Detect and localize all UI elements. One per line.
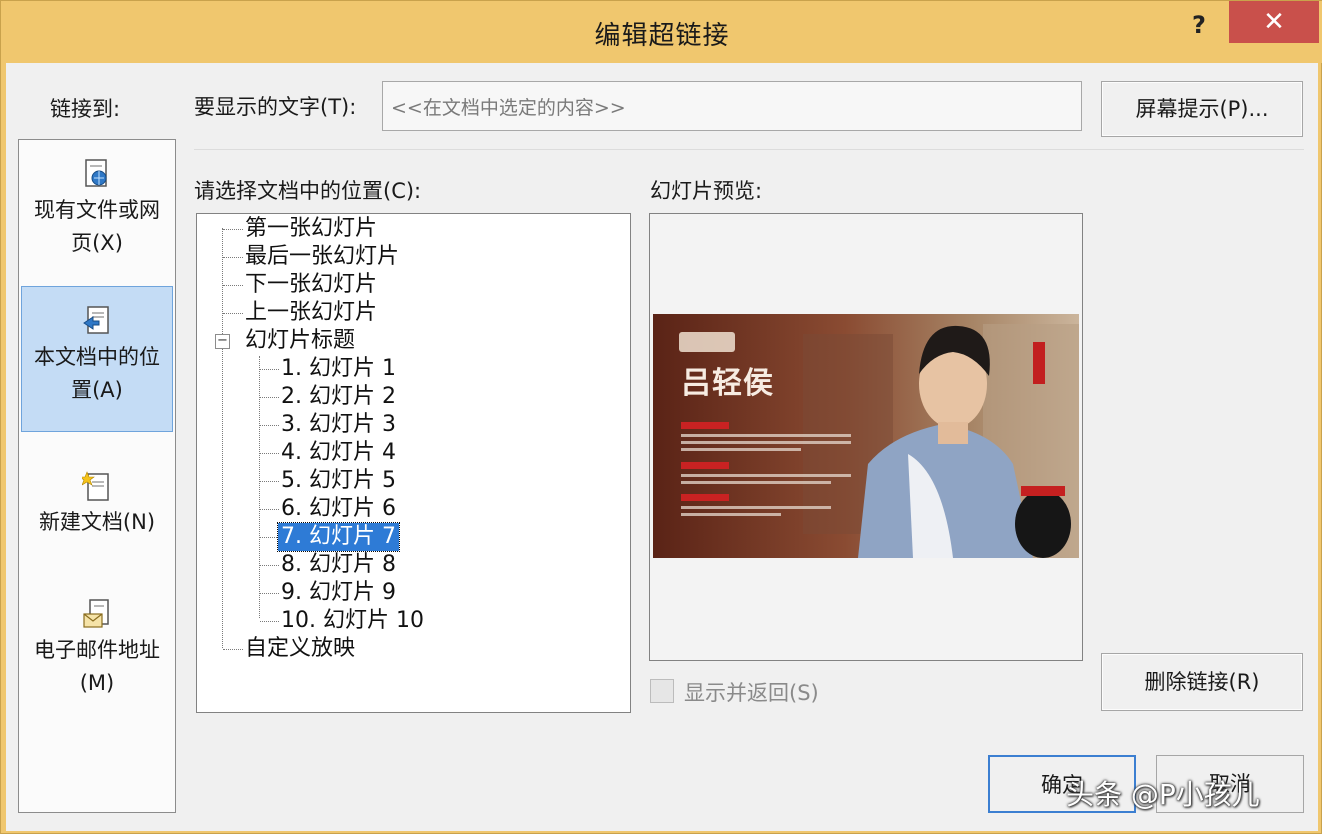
tree-node-slide-10[interactable]: 10. 幻灯片 10: [281, 607, 424, 635]
link-to-existing-file-or-webpage[interactable]: 现有文件或网 页(X): [21, 158, 173, 278]
screentip-button[interactable]: 屏幕提示(P)...: [1101, 81, 1303, 137]
watermark-text: 头条 @P小孩儿: [1066, 778, 1260, 811]
slide-thumbnail-image: [653, 314, 1079, 558]
tree-node-slide-5[interactable]: 5. 幻灯片 5: [281, 467, 396, 495]
tree-connector: [260, 565, 279, 566]
tree-connector: [260, 453, 279, 454]
tree-node-slide-2[interactable]: 2. 幻灯片 2: [281, 383, 396, 411]
tree-node-next-slide[interactable]: 下一张幻灯片: [245, 271, 377, 299]
slide-thumbnail-title: 吕轻侯: [681, 366, 774, 401]
slide-thumbnail: 吕轻侯: [653, 314, 1079, 558]
link-to-item-label-line1: 新建文档(N): [38, 510, 156, 534]
tree-connector: [260, 369, 279, 370]
link-to-item-label-line1: 电子邮件地址: [34, 638, 160, 662]
tree-node-slide-1[interactable]: 1. 幻灯片 1: [281, 355, 396, 383]
link-to-email-address[interactable]: 电子邮件地址 (M): [21, 598, 173, 728]
tree-node-slide-titles[interactable]: 幻灯片标题: [245, 327, 355, 355]
dialog-title: 编辑超链接: [594, 21, 730, 51]
link-to-item-label-line1: 现有文件或网: [34, 198, 160, 222]
tree-connector: [223, 649, 243, 650]
tree-connector: [260, 621, 279, 622]
slide-preview-label: 幻灯片预览:: [650, 179, 763, 203]
tree-connector: [223, 313, 243, 314]
tree-node-slide-6[interactable]: 6. 幻灯片 6: [281, 495, 396, 523]
tree-connector: [260, 593, 279, 594]
link-to-item-label-line2: (M): [79, 671, 115, 695]
link-to-place-in-document[interactable]: 本文档中的位 置(A): [21, 286, 173, 432]
link-to-item-label-line1: 本文档中的位: [34, 345, 160, 369]
tree-node-first-slide[interactable]: 第一张幻灯片: [245, 215, 377, 243]
tree-connector: [260, 537, 279, 538]
tree-node-last-slide[interactable]: 最后一张幻灯片: [245, 243, 399, 271]
tree-node-custom-show[interactable]: 自定义放映: [245, 635, 355, 663]
tree-node-slide-7-selected[interactable]: 7. 幻灯片 7: [277, 522, 400, 552]
email-icon: [83, 599, 109, 628]
tree-node-slide-4[interactable]: 4. 幻灯片 4: [281, 439, 396, 467]
link-to-new-document[interactable]: 新建文档(N): [21, 470, 173, 580]
document-place-icon: [83, 306, 109, 334]
tree-connector: [223, 285, 243, 286]
tree-connector: [259, 356, 260, 618]
select-location-label: 请选择文档中的位置(C):: [194, 179, 422, 203]
tree-connector: [260, 425, 279, 426]
slide-preview-box: 吕轻侯: [649, 213, 1083, 661]
display-text-label: 要显示的文字(T):: [194, 95, 357, 119]
collapse-toggle[interactable]: −: [215, 334, 230, 349]
tree-connector: [222, 228, 223, 648]
help-button[interactable]: ?: [1171, 9, 1227, 45]
tree-connector: [260, 397, 279, 398]
display-text-input[interactable]: [382, 81, 1082, 131]
close-button[interactable]: ✕: [1229, 1, 1319, 43]
link-to-label: 链接到:: [50, 97, 121, 121]
tree-node-slide-3[interactable]: 3. 幻灯片 3: [281, 411, 396, 439]
link-to-panel: 现有文件或网 页(X) 本文档中的位 置(A) 新建文档(N) 电子邮件地址 (…: [18, 139, 176, 813]
remove-link-button[interactable]: 删除链接(R): [1101, 653, 1303, 711]
dialog-body: 链接到: 现有文件或网 页(X) 本文档中的位 置(A) 新建文档(N) 电子邮…: [6, 63, 1318, 831]
tree-node-slide-8[interactable]: 8. 幻灯片 8: [281, 551, 396, 579]
show-and-return-label: 显示并返回(S): [684, 681, 819, 705]
title-bar: 编辑超链接 ? ✕: [1, 1, 1322, 63]
link-to-item-label-line2: 置(A): [71, 378, 123, 402]
edit-hyperlink-dialog: 编辑超链接 ? ✕ 链接到: 现有文件或网 页(X) 本文档中的位 置(A) 新…: [0, 0, 1322, 834]
tree-connector: [260, 509, 279, 510]
tree-connector: [260, 481, 279, 482]
tree-node-previous-slide[interactable]: 上一张幻灯片: [245, 299, 377, 327]
tree-connector: [223, 257, 243, 258]
tree-node-slide-9[interactable]: 9. 幻灯片 9: [281, 579, 396, 607]
tree-connector: [223, 229, 243, 230]
link-to-item-label-line2: 页(X): [71, 231, 123, 255]
new-document-icon: [82, 471, 109, 501]
show-and-return-checkbox[interactable]: [650, 679, 674, 703]
separator: [194, 149, 1304, 150]
web-file-icon: [85, 159, 107, 187]
document-location-tree[interactable]: 第一张幻灯片 最后一张幻灯片 下一张幻灯片 上一张幻灯片 − 幻灯片标题 1. …: [196, 213, 631, 713]
